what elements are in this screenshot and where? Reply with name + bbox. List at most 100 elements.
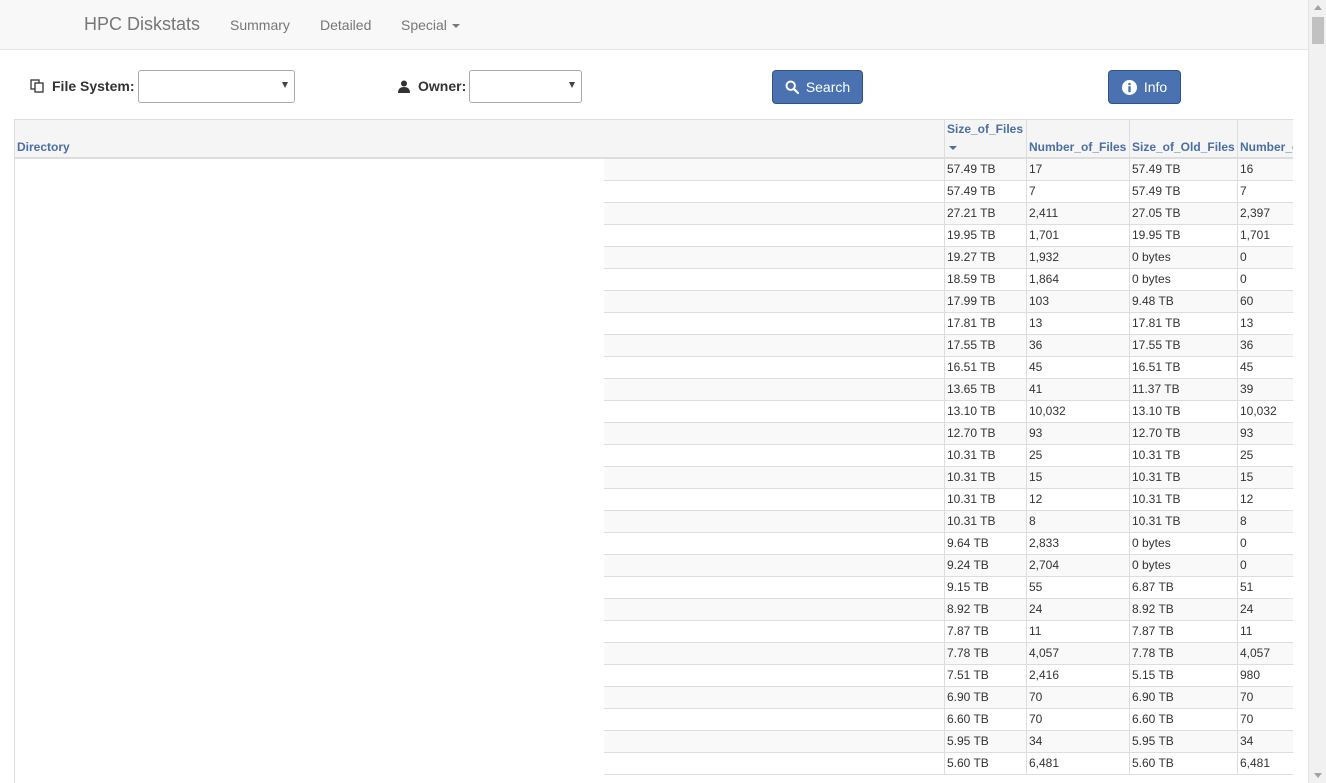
- cell-number-of-old-files: 70: [1240, 712, 1254, 726]
- cell-size-of-old-files: 0 bytes: [1130, 533, 1238, 554]
- cell-number-of-files: 1,864: [1027, 269, 1130, 290]
- cell-size-of-files: 10.31 TB: [945, 511, 1027, 532]
- cell-size-of-old-files: 17.55 TB: [1130, 335, 1238, 356]
- cell-size-of-files: 10.31 TB: [945, 489, 1027, 510]
- file-system-select[interactable]: [138, 70, 295, 103]
- cell-number-of-files: 103: [1027, 291, 1130, 312]
- cell-size-of-old-files: 6.90 TB: [1130, 687, 1238, 708]
- col-header-size-of-files[interactable]: Size_of_Files: [945, 120, 1027, 158]
- cell-size-of-files: 16.51 TB: [945, 357, 1027, 378]
- cell-number-of-files: 34: [1027, 731, 1130, 752]
- cell-size-of-files: 12.70 TB: [945, 423, 1027, 444]
- cell-number-of-files: 70: [1027, 709, 1130, 730]
- cell-size-of-files: 19.27 TB: [945, 247, 1027, 268]
- cell-size-of-old-files: 6.87 TB: [1130, 577, 1238, 598]
- cell-number-of-old-files: 25: [1240, 448, 1254, 462]
- cell-size-of-files: 5.60 TB: [945, 753, 1027, 774]
- search-button-label: Search: [805, 79, 851, 95]
- cell-number-of-old-files: 6,481: [1240, 756, 1271, 770]
- nav-special-dropdown[interactable]: Special: [401, 17, 460, 33]
- cell-size-of-files: 9.64 TB: [945, 533, 1027, 554]
- cell-number-of-files: 24: [1027, 599, 1130, 620]
- select-arrow-icon: [569, 82, 575, 88]
- cell-size-of-files: 9.15 TB: [945, 577, 1027, 598]
- cell-number-of-old-files: 34: [1240, 734, 1254, 748]
- nav-detailed[interactable]: Detailed: [320, 17, 371, 33]
- table-header: Directory Size_of_Files Number_of_Files …: [15, 119, 1293, 159]
- data-table: Directory Size_of_Files Number_of_Files …: [14, 119, 1293, 783]
- nav-summary[interactable]: Summary: [230, 17, 290, 33]
- owner-select[interactable]: [469, 70, 582, 103]
- cell-size-of-old-files: 12.70 TB: [1130, 423, 1238, 444]
- cell-size-of-files: 19.95 TB: [945, 225, 1027, 246]
- col-header-directory[interactable]: Directory: [15, 120, 945, 158]
- cell-size-of-old-files: 0 bytes: [1130, 555, 1238, 576]
- cell-size-of-files: 9.24 TB: [945, 555, 1027, 576]
- cell-size-of-old-files: 0 bytes: [1130, 247, 1238, 268]
- cell-size-of-files: 13.65 TB: [945, 379, 1027, 400]
- brand-title[interactable]: HPC Diskstats: [84, 14, 200, 35]
- cell-number-of-old-files: 1,701: [1240, 228, 1271, 242]
- cell-number-of-old-files: 8: [1240, 514, 1247, 528]
- cell-number-of-files: 93: [1027, 423, 1130, 444]
- cell-number-of-old-files: 24: [1240, 602, 1254, 616]
- cell-number-of-old-files: 39: [1240, 382, 1254, 396]
- search-button[interactable]: Search: [772, 70, 863, 104]
- cell-number-of-old-files: 93: [1240, 426, 1254, 440]
- cell-size-of-files: 10.31 TB: [945, 445, 1027, 466]
- cell-number-of-old-files: 15: [1240, 470, 1254, 484]
- cell-number-of-files: 45: [1027, 357, 1130, 378]
- cell-size-of-old-files: 6.60 TB: [1130, 709, 1238, 730]
- cell-number-of-old-files: 45: [1240, 360, 1254, 374]
- cell-number-of-files: 55: [1027, 577, 1130, 598]
- cell-size-of-old-files: 7.78 TB: [1130, 643, 1238, 664]
- cell-number-of-old-files: 4,057: [1240, 646, 1271, 660]
- cell-number-of-files: 2,416: [1027, 665, 1130, 686]
- cell-number-of-old-files: 10,032: [1240, 404, 1277, 418]
- cell-number-of-files: 4,057: [1027, 643, 1130, 664]
- col-header-number-of-old-files[interactable]: Number_of_Old_Files: [1238, 120, 1293, 158]
- col-header-number-of-files[interactable]: Number_of_Files: [1027, 120, 1130, 158]
- cell-size-of-files: 7.87 TB: [945, 621, 1027, 642]
- file-system-filter-label: File System:: [30, 78, 134, 94]
- sort-desc-icon: [949, 146, 957, 150]
- cell-size-of-files: 13.10 TB: [945, 401, 1027, 422]
- cell-number-of-files: 11: [1027, 621, 1130, 642]
- cell-size-of-old-files: 19.95 TB: [1130, 225, 1238, 246]
- cell-number-of-old-files: 16: [1240, 162, 1254, 176]
- copy-icon: [30, 79, 44, 93]
- cell-number-of-files: 8: [1027, 511, 1130, 532]
- cell-number-of-files: 10,032: [1027, 401, 1130, 422]
- cell-size-of-old-files: 27.05 TB: [1130, 203, 1238, 224]
- col-header-size-of-old-files[interactable]: Size_of_Old_Files: [1130, 120, 1238, 158]
- select-arrow-icon: [282, 82, 288, 88]
- cell-number-of-files: 25: [1027, 445, 1130, 466]
- cell-size-of-old-files: 57.49 TB: [1130, 159, 1238, 180]
- cell-number-of-old-files: 980: [1240, 668, 1261, 682]
- cell-size-of-old-files: 13.10 TB: [1130, 401, 1238, 422]
- cell-size-of-old-files: 10.31 TB: [1130, 445, 1238, 466]
- cell-number-of-old-files: 0: [1240, 536, 1247, 550]
- cell-number-of-files: 1,701: [1027, 225, 1130, 246]
- cell-number-of-old-files: 70: [1240, 690, 1254, 704]
- scrollbar-thumb[interactable]: [1312, 17, 1324, 44]
- page-scrollbar[interactable]: [1308, 0, 1326, 783]
- cell-size-of-files: 7.51 TB: [945, 665, 1027, 686]
- scroll-down-icon[interactable]: [1314, 773, 1322, 778]
- cell-size-of-old-files: 0 bytes: [1130, 269, 1238, 290]
- owner-filter-label: Owner:: [398, 78, 466, 94]
- cell-size-of-files: 17.99 TB: [945, 291, 1027, 312]
- cell-number-of-old-files: 0: [1240, 250, 1247, 264]
- cell-size-of-old-files: 17.81 TB: [1130, 313, 1238, 334]
- cell-number-of-files: 2,704: [1027, 555, 1130, 576]
- user-icon: [398, 80, 410, 93]
- cell-number-of-files: 1,932: [1027, 247, 1130, 268]
- cell-number-of-old-files: 36: [1240, 338, 1254, 352]
- cell-number-of-old-files: 0: [1240, 558, 1247, 572]
- cell-size-of-files: 57.49 TB: [945, 181, 1027, 202]
- cell-number-of-files: 17: [1027, 159, 1130, 180]
- scroll-up-icon[interactable]: [1314, 5, 1322, 10]
- info-button[interactable]: Info: [1108, 70, 1181, 104]
- cell-size-of-files: 27.21 TB: [945, 203, 1027, 224]
- cell-size-of-old-files: 10.31 TB: [1130, 489, 1238, 510]
